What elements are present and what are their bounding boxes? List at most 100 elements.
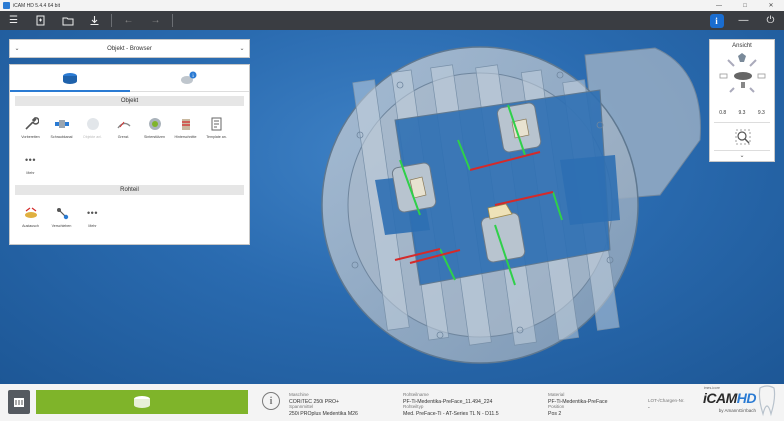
blank-disk-icon [62,72,77,84]
window-maximize-button[interactable]: □ [732,3,758,9]
tool-verschieben[interactable]: Verschieben [46,198,77,234]
tool-austausch[interactable]: Austausch [15,198,46,234]
minimize-icon[interactable]: — [730,11,757,30]
tool-label: Verschieben [51,224,72,228]
toolbar-separator [172,14,173,27]
view-top-icon [738,53,746,62]
view-bottom-icon [741,82,745,88]
tool-objekte-anl[interactable]: Objekte anl. [77,109,108,145]
object-browser-panel: i Objekt Vorbereiten Schraubkanal Objekt… [9,64,250,245]
chevron-down-icon: ⌄ [14,46,20,52]
object-browser-title: Objekt - Browser [107,45,152,52]
tool-label: Austausch [22,224,39,228]
more-icon: ••• [25,154,36,165]
tool-label: Schraubkanal [50,135,73,139]
view-value: 9.3 [738,110,746,116]
main-toolbar: ☰ ← → i — ⏻ [0,11,784,30]
field-value: Med. PreFace-Ti - AT-Series TL N - D11.5 [403,411,499,417]
chevron-down-icon: ⌄ [239,46,245,52]
tool-label: Template an. [206,135,227,139]
object-icon [84,115,102,133]
view-value: 0.8 [719,110,727,116]
field-label: Material [548,392,565,397]
blank-disk-icon [134,396,150,408]
tool-label: Vorbereiten [21,135,40,139]
field-spannmittel: Spannmittel 250i PROplus Medentika M26 [289,404,358,417]
view-left-icon [719,73,728,79]
info-circle-icon[interactable]: i [262,392,280,410]
template-icon [208,115,226,133]
blank-icon [14,398,24,407]
field-label: Position [548,404,565,409]
tool-label: Objekte anl. [82,135,103,139]
object-browser-dropdown[interactable]: ⌄ Objekt - Browser ⌄ [9,39,250,58]
tooth-logo-icon [758,385,776,417]
implant-part[interactable] [496,102,542,153]
new-file-icon[interactable] [27,11,54,30]
rohteil-tools: Austausch Verschieben ••• Mehr [10,195,249,234]
zoom-fit-icon[interactable] [734,128,752,146]
browser-tabs: i [10,65,249,92]
tool-grenzl[interactable]: Grenzl. [108,109,139,145]
view-values: 0.8 9.3 9.3 [710,110,774,116]
window-minimize-button[interactable]: — [706,3,732,9]
wrench-icon [22,115,40,133]
menu-icon[interactable]: ☰ [0,11,27,30]
objekt-tools: Vorbereiten Schraubkanal Objekte anl. Gr… [10,106,249,181]
view-widget: Ansicht 0.8 9.3 9.3 ⌄ [709,39,775,162]
tool-sinterstuetzen[interactable]: Sinterstützen [139,109,170,145]
back-arrow-icon[interactable]: ← [115,11,142,30]
window-title-bar: iCAM HD 5.4.4 64 bit — □ ✕ [0,0,784,11]
open-folder-icon[interactable] [54,11,81,30]
field-label: Rohteilname [403,392,429,397]
start-calculation-button[interactable] [36,390,248,414]
window-title: iCAM HD 5.4.4 64 bit [13,2,60,9]
tool-mehr-rohteil[interactable]: ••• Mehr [77,198,108,234]
view-value: 9.3 [757,110,765,116]
icam-hd-logo: imes-icore iCAMHD by AmannGirrbach [660,380,780,420]
tool-label: Grenzl. [117,135,130,139]
tab-info[interactable]: i [129,65,249,92]
field-position: Position Pos 2 [548,404,564,417]
field-value: Pos 2 [548,411,562,417]
download-icon[interactable] [81,11,108,30]
field-value: 250i PROplus Medentika M26 [289,411,358,417]
view-iso-icon [734,72,752,80]
view-right-icon [757,73,766,79]
info-button[interactable]: i [703,11,730,30]
info-icon: i [709,13,724,28]
tool-hinterschnitte[interactable]: Hinterschnitte [170,109,201,145]
power-icon[interactable]: ⏻ [757,11,784,30]
blank-exchange-button[interactable] [8,390,30,414]
forward-arrow-icon[interactable]: → [142,11,169,30]
field-label: Spannmittel [289,404,314,409]
view-orientation-icons[interactable] [710,52,776,110]
sinter-support-icon [146,115,164,133]
tool-schraubkanal[interactable]: Schraubkanal [46,109,77,145]
divider [714,150,770,151]
app-icon [3,2,10,9]
tool-label: Sinterstützen [144,135,165,139]
more-icon: ••• [87,207,98,218]
tool-vorbereiten[interactable]: Vorbereiten [15,109,46,145]
section-title-rohteil: Rohteil [15,185,244,195]
move-icon [53,204,71,222]
tool-mehr[interactable]: ••• Mehr [15,145,46,181]
tool-template[interactable]: Template an. [201,109,232,145]
tab-blank[interactable] [10,65,130,92]
logo-brand: iCAMHD [703,390,757,406]
tool-label: Mehr [26,171,35,175]
field-rohteiltyp: Rohteiltyp Med. PreFace-Ti - AT-Series T… [403,404,499,417]
view-widget-title: Ansicht [732,43,752,49]
window-close-button[interactable]: ✕ [758,2,784,9]
implant-part[interactable] [391,162,437,213]
exchange-icon [22,204,40,222]
logo-by: by AmannGirrbach [718,408,756,413]
field-label: Maschine [289,392,309,397]
divider [714,122,770,123]
tool-label: Hinterschnitte [174,135,197,139]
field-label: Rohteiltyp [403,404,424,409]
boundary-icon [115,115,133,133]
screw-channel-icon [53,115,71,133]
chevron-down-icon[interactable]: ⌄ [710,152,774,159]
